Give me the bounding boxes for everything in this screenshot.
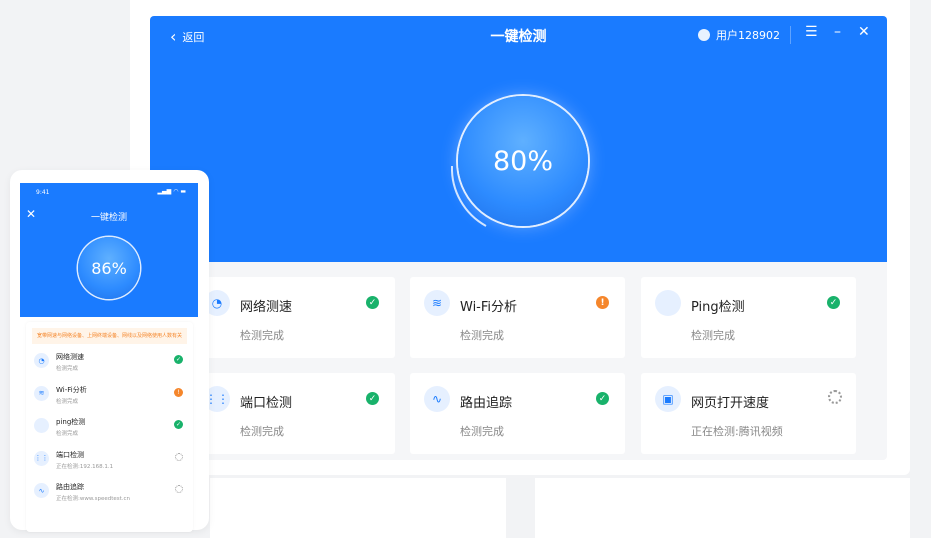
list-item[interactable]: ◔ 网络测速 检测完成 ✓ — [26, 348, 193, 381]
check-item-card[interactable]: ≋ Wi-Fi分析 检测完成! — [410, 277, 625, 358]
item-status: 检测完成 — [240, 425, 284, 438]
route-icon: ∿ — [424, 386, 450, 412]
webpage-icon: ▣ — [655, 386, 681, 412]
check-item-card[interactable]: ⋮⋮ 端口检测 检测完成 ✓ — [190, 373, 395, 454]
signal-battery-icon: ▂▄▆ ◠ ▬ — [157, 188, 186, 195]
check-icon: ✓ — [827, 296, 840, 309]
item-status: 检测完成 — [56, 366, 79, 372]
item-name: 端口检测 — [56, 450, 84, 459]
menu-icon[interactable]: ☰ — [805, 24, 818, 40]
mobile-title: 一键检测 — [90, 213, 127, 223]
progress-value: 80% — [492, 145, 553, 177]
item-name: Wi-Fi分析 — [56, 385, 87, 394]
item-status: 检测完成 — [56, 431, 79, 437]
wifi-icon: ≋ — [424, 290, 450, 316]
item-status: 正在检测:www.speedtest.cn — [56, 496, 131, 502]
check-icon: ✓ — [596, 392, 609, 405]
mobile-progress-value: 86% — [91, 258, 127, 278]
item-name: 端口检测 — [240, 396, 293, 411]
user-name: 用户128902 — [716, 29, 780, 42]
item-status: 检测完成 — [240, 329, 284, 342]
title-bar: ‹ 返回 一键检测 用户128902 ☰ – ✕ — [150, 16, 887, 54]
lower-panel-right — [535, 478, 910, 538]
mobile-progress-circle: 86% — [78, 237, 140, 299]
mobile-header: 9:41 ▂▄▆ ◠ ▬ ✕ 一键检测 86% — [20, 183, 198, 317]
loading-spinner-icon — [175, 452, 183, 461]
item-name: Ping检测 — [691, 300, 745, 315]
status-time: 9:41 — [36, 189, 50, 196]
hero-area: ‹ 返回 一键检测 用户128902 ☰ – ✕ 80% — [150, 16, 887, 262]
item-name: 网络测速 — [240, 300, 293, 315]
check-item-card[interactable]: ◔ 网络测速 检测完成 ✓ — [190, 277, 395, 358]
item-name: 网络测速 — [56, 353, 84, 361]
item-name: Wi-Fi分析 — [460, 300, 518, 315]
mobile-preview: 9:41 ▂▄▆ ◠ ▬ ✕ 一键检测 86% 宽带网速与网络设备、上网终端设备… — [10, 170, 209, 532]
item-status: 检测完成 — [460, 425, 504, 438]
item-status: 正在检测:192.168.1.1 — [56, 463, 114, 470]
item-name: 路由追踪 — [460, 396, 513, 411]
list-item[interactable]: ≋ Wi-Fi分析 检测完成! — [26, 381, 193, 414]
route-icon: ∿ — [34, 483, 49, 498]
mobile-list: 宽带网速与网络设备、上网终端设备、网线以及网络使用人数有关 ◔ 网络测速 检测完… — [26, 322, 193, 532]
wifi-icon: ≋ — [34, 385, 49, 401]
warning-icon: ! — [596, 296, 609, 309]
code-icon — [34, 418, 49, 433]
lower-panel-left — [210, 478, 506, 538]
speedometer-icon: ◔ — [34, 353, 49, 368]
user-account[interactable]: 用户128902 — [698, 27, 780, 43]
item-status: 检测完成 — [691, 329, 735, 342]
warning-icon: ! — [174, 387, 183, 397]
notice-banner: 宽带网速与网络设备、上网终端设备、网线以及网络使用人数有关 — [32, 328, 187, 344]
check-item-card[interactable]: ▣ 网页打开速度 正在检测:腾讯视频 — [641, 373, 856, 454]
loading-spinner-icon — [828, 390, 842, 404]
item-status: 正在检测:腾讯视频 — [691, 425, 783, 438]
divider — [790, 26, 791, 44]
item-name: 路由追踪 — [56, 483, 84, 491]
check-item-card[interactable]: ∿ 路由追踪 检测完成 ✓ — [410, 373, 625, 454]
minimize-icon[interactable]: – — [834, 24, 841, 40]
list-item[interactable]: ping检测 检测完成 ✓ — [26, 413, 193, 446]
check-icon: ✓ — [174, 420, 183, 429]
port-icon: ⋮⋮ — [34, 450, 49, 466]
check-icon: ✓ — [174, 355, 183, 364]
item-status: 检测完成 — [56, 398, 79, 405]
check-icon: ✓ — [366, 392, 379, 405]
desktop-window: ‹ 返回 一键检测 用户128902 ☰ – ✕ 80% ◔ 网络测速 检测完成 ✓… — [150, 16, 887, 460]
avatar-icon — [698, 29, 710, 41]
check-icon: ✓ — [366, 296, 379, 309]
progress-circle: 80% — [458, 96, 588, 226]
loading-spinner-icon — [175, 485, 183, 493]
item-status: 检测完成 — [460, 329, 504, 342]
code-icon — [655, 290, 681, 316]
item-name: 网页打开速度 — [691, 396, 770, 411]
item-name: ping检测 — [56, 418, 86, 426]
check-item-card[interactable]: Ping检测 检测完成 ✓ — [641, 277, 856, 358]
close-icon[interactable]: ✕ — [858, 24, 870, 40]
list-item[interactable]: ∿ 路由追踪 正在检测:www.speedtest.cn — [26, 478, 193, 511]
list-item[interactable]: ⋮⋮ 端口检测 正在检测:192.168.1.1 — [26, 446, 193, 479]
